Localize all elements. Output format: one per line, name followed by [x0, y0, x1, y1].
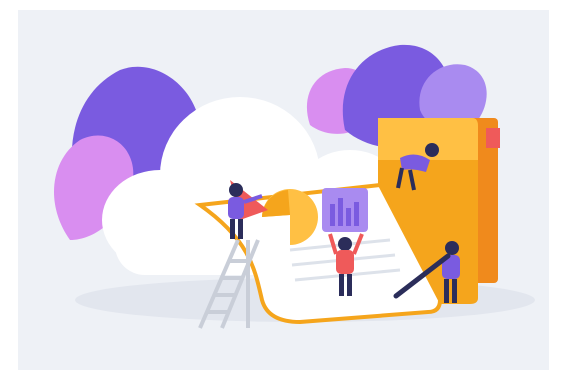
cloud-storage-illustration — [53, 44, 535, 329]
image-frame — [0, 0, 567, 382]
bar-chart-card-icon — [322, 188, 368, 232]
